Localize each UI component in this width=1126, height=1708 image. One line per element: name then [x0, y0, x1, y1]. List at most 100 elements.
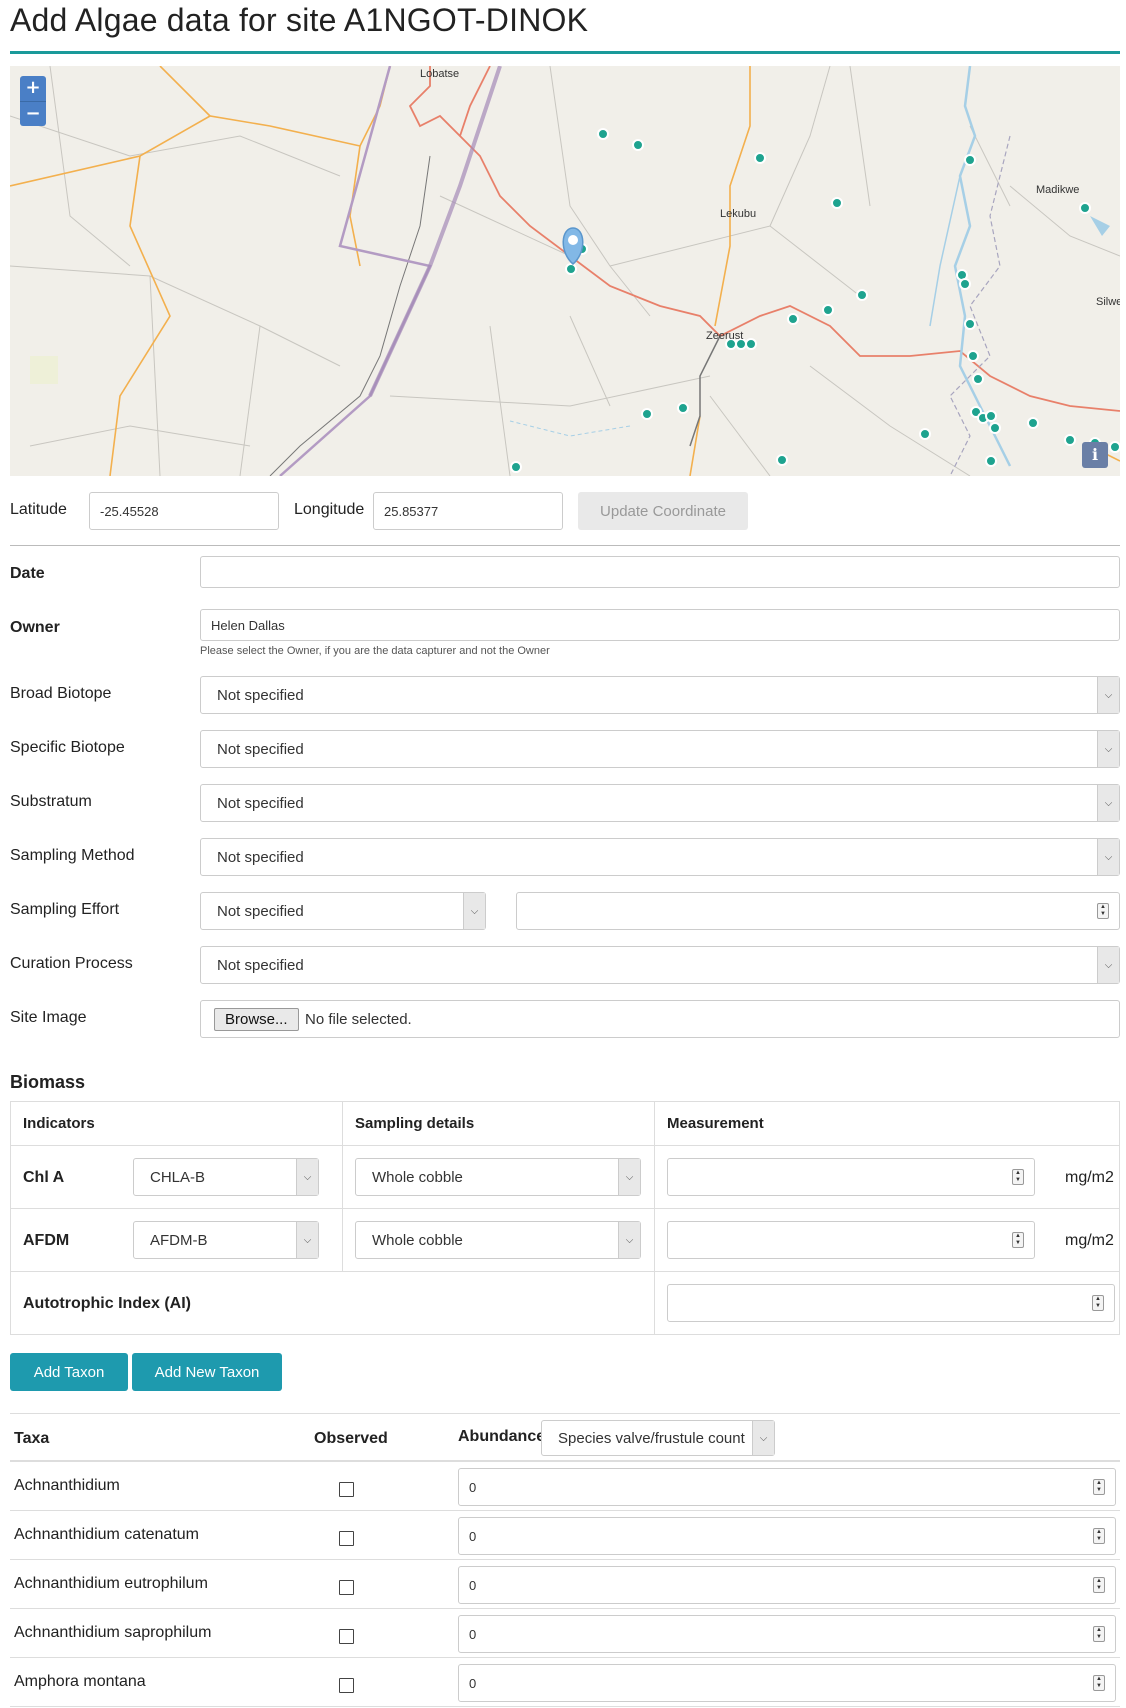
broad-biotope-select[interactable]: Not specified ⌵ — [200, 676, 1120, 714]
taxa-row: Achnanthidium saprophilum 0 ▲ ▼ — [10, 1609, 1120, 1658]
zoom-control: + − — [20, 76, 46, 126]
longitude-input[interactable]: 25.85377 — [373, 492, 563, 530]
spinner-icon[interactable]: ▲ ▼ — [1012, 1232, 1024, 1248]
spinner-icon[interactable]: ▲ ▼ — [1012, 1169, 1024, 1185]
curation-process-select[interactable]: Not specified ⌵ — [200, 946, 1120, 984]
update-coordinate-button[interactable]: Update Coordinate — [578, 492, 748, 530]
no-file-text: No file selected. — [305, 1011, 412, 1028]
abundance-input[interactable]: 0 ▲ ▼ — [458, 1468, 1116, 1506]
map-place-label: Zeerust — [706, 330, 744, 342]
abundance-type-value: Species valve/frustule count — [558, 1429, 745, 1447]
sampling-method-select[interactable]: Not specified ⌵ — [200, 838, 1120, 876]
sampling-details-header: Sampling details — [342, 1101, 655, 1146]
date-row: Date — [10, 556, 1120, 588]
add-taxon-button[interactable]: Add Taxon — [10, 1353, 128, 1391]
owner-input[interactable]: Helen Dallas — [200, 609, 1120, 641]
biomass-row: AFDM AFDM-B ⌵ Whole cobble ⌵ ▲ ▼ mg/m2 — [10, 1208, 1120, 1272]
spinner-icon[interactable]: ▲ ▼ — [1093, 1675, 1105, 1691]
chevron-down-icon: ⌵ — [463, 893, 485, 929]
observed-checkbox[interactable] — [339, 1482, 354, 1497]
taxon-name: Achnanthidium — [14, 1477, 120, 1494]
sampling-details-value: Whole cobble — [372, 1168, 463, 1186]
spinner-icon[interactable]: ▲ ▼ — [1093, 1528, 1105, 1544]
site-image-file-input[interactable]: Browse... No file selected. — [200, 1000, 1120, 1038]
taxon-name: Achnanthidium eutrophilum — [14, 1575, 208, 1592]
indicator-name: AFDM — [23, 1232, 70, 1249]
chevron-down-icon: ⌵ — [296, 1159, 318, 1195]
chevron-down-icon: ⌵ — [752, 1421, 774, 1455]
sampling-details-value: Whole cobble — [372, 1231, 463, 1249]
substratum-value: Not specified — [217, 794, 304, 812]
specific-biotope-label: Specific Biotope — [10, 739, 125, 756]
add-new-taxon-button[interactable]: Add New Taxon — [132, 1353, 282, 1391]
owner-row: Owner Helen Dallas Please select the Own… — [10, 609, 1120, 669]
divider — [10, 545, 1120, 546]
zoom-in-button[interactable]: + — [20, 76, 46, 101]
substratum-row: Substratum Not specified ⌵ — [10, 784, 1120, 822]
abundance-input[interactable]: 0 ▲ ▼ — [458, 1615, 1116, 1653]
spinner-icon[interactable]: ▲ ▼ — [1097, 903, 1109, 919]
observed-checkbox[interactable] — [339, 1580, 354, 1595]
spinner-icon[interactable]: ▲ ▼ — [1092, 1295, 1104, 1311]
taxa-row: Achnanthidium 0 ▲ ▼ — [10, 1462, 1120, 1511]
biomass-title: Biomass — [10, 1072, 86, 1092]
info-icon[interactable]: i — [1082, 442, 1108, 468]
latitude-input[interactable]: -25.45528 — [89, 492, 279, 530]
abundance-value: 0 — [469, 1675, 477, 1691]
chevron-down-icon: ⌵ — [618, 1159, 640, 1195]
coordinate-row: Latitude -25.45528 Longitude 25.85377 Up… — [10, 492, 1120, 530]
date-input[interactable] — [200, 556, 1120, 588]
abundance-input[interactable]: 0 ▲ ▼ — [458, 1566, 1116, 1604]
map-place-label: Madikwe — [1036, 184, 1080, 196]
latitude-label: Latitude — [10, 501, 67, 518]
spinner-icon[interactable]: ▲ ▼ — [1093, 1577, 1105, 1593]
abundance-input[interactable]: 0 ▲ ▼ — [458, 1517, 1116, 1555]
autotrophic-input[interactable]: ▲ ▼ — [667, 1284, 1115, 1322]
measurement-input[interactable]: ▲ ▼ — [667, 1158, 1035, 1196]
sampling-effort-row: Sampling Effort Not specified ⌵ ▲ ▼ — [10, 892, 1120, 930]
specific-biotope-row: Specific Biotope Not specified ⌵ — [10, 730, 1120, 768]
observed-checkbox[interactable] — [339, 1678, 354, 1693]
map-canvas[interactable] — [10, 66, 1120, 476]
indicator-value: CHLA-B — [150, 1168, 206, 1186]
spinner-icon[interactable]: ▲ ▼ — [1093, 1479, 1105, 1495]
spinner-icon[interactable]: ▲ ▼ — [1093, 1626, 1105, 1642]
abundance-header: Abundance — [458, 1428, 546, 1445]
broad-biotope-value: Not specified — [217, 686, 304, 704]
abundance-value: 0 — [469, 1528, 477, 1544]
taxon-name: Achnanthidium catenatum — [14, 1526, 199, 1543]
observed-header: Observed — [314, 1430, 388, 1447]
measurement-header: Measurement — [654, 1101, 1120, 1146]
sampling-details-select[interactable]: Whole cobble ⌵ — [355, 1158, 641, 1196]
specific-biotope-select[interactable]: Not specified ⌵ — [200, 730, 1120, 768]
page: Add Algae data for site A1NGOT-DINOK Lob… — [0, 0, 1126, 1708]
chevron-down-icon: ⌵ — [1097, 785, 1119, 821]
specific-biotope-value: Not specified — [217, 740, 304, 758]
sampling-effort-select[interactable]: Not specified ⌵ — [200, 892, 486, 930]
page-title: Add Algae data for site A1NGOT-DINOK — [10, 2, 589, 38]
indicator-name: Chl A — [23, 1169, 65, 1186]
zoom-out-button[interactable]: − — [20, 101, 46, 126]
browse-button[interactable]: Browse... — [214, 1008, 299, 1031]
map-place-label: Lobatse — [420, 68, 460, 80]
site-map[interactable]: Lobatse Lekubu Madikwe Zeerust Silwe + −… — [10, 66, 1120, 476]
measurement-input[interactable]: ▲ ▼ — [667, 1221, 1035, 1259]
observed-checkbox[interactable] — [339, 1531, 354, 1546]
taxa-row: Achnanthidium catenatum 0 ▲ ▼ — [10, 1511, 1120, 1560]
broad-biotope-label: Broad Biotope — [10, 685, 112, 702]
substratum-select[interactable]: Not specified ⌵ — [200, 784, 1120, 822]
indicator-select[interactable]: CHLA-B ⌵ — [133, 1158, 319, 1196]
indicator-select[interactable]: AFDM-B ⌵ — [133, 1221, 319, 1259]
sampling-effort-amount-input[interactable]: ▲ ▼ — [516, 892, 1120, 930]
observed-checkbox[interactable] — [339, 1629, 354, 1644]
autotrophic-row: Autotrophic Index (AI) ▲ ▼ — [10, 1271, 1120, 1335]
abundance-input[interactable]: 0 ▲ ▼ — [458, 1664, 1116, 1702]
abundance-type-select[interactable]: Species valve/frustule count ⌵ — [541, 1420, 775, 1456]
curation-process-label: Curation Process — [10, 955, 133, 972]
unit-label: mg/m2 — [1065, 1169, 1114, 1186]
sampling-details-select[interactable]: Whole cobble ⌵ — [355, 1221, 641, 1259]
curation-process-value: Not specified — [217, 956, 304, 974]
date-label: Date — [10, 565, 45, 582]
sampling-effort-value: Not specified — [217, 902, 304, 920]
map-place-label: Silwe — [1096, 296, 1120, 308]
